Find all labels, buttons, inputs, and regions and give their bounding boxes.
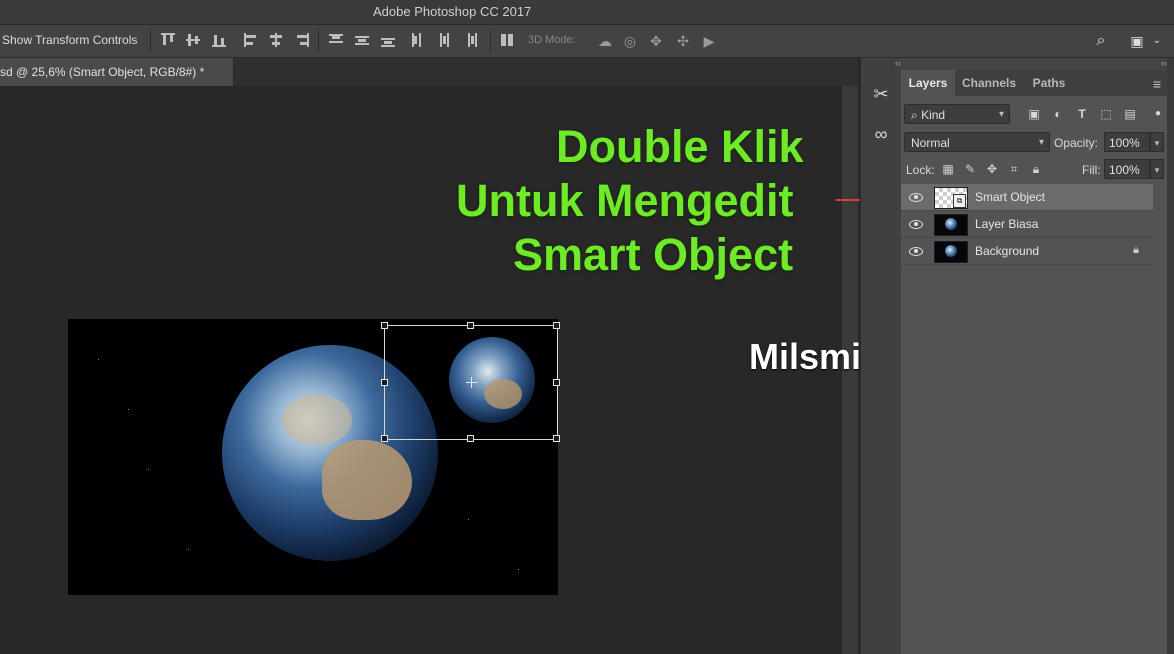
lock-artboard-icon[interactable]: ⌗ bbox=[1007, 162, 1021, 176]
options-bar: Show Transform Controls 3D Mode: ☁ ◎ ✥ ✣… bbox=[0, 25, 1174, 58]
distribute-horizontal-centers-icon[interactable] bbox=[436, 32, 452, 48]
layer-thumbnail: ⧉ bbox=[934, 187, 968, 209]
smart-object-badge-icon: ⧉ bbox=[953, 194, 966, 208]
lock-transparent-icon[interactable]: ▦ bbox=[941, 162, 955, 176]
layer-row-layer-biasa[interactable]: Layer Biasa bbox=[901, 211, 1153, 238]
window-title: Adobe Photoshop CC 2017 bbox=[373, 4, 532, 19]
layers-panel: ‹‹ Layers Channels Paths ≡ ⌕ Kind ▾ ▣ ◐ … bbox=[901, 58, 1167, 654]
distribute-vertical-centers-icon[interactable] bbox=[354, 32, 370, 48]
layer-thumbnail bbox=[934, 241, 968, 263]
fill-label: Fill: bbox=[1082, 163, 1101, 177]
transform-handle[interactable] bbox=[467, 435, 474, 442]
align-left-edges-icon[interactable] bbox=[243, 32, 259, 48]
transform-handle[interactable] bbox=[553, 435, 560, 442]
blend-mode-dropdown[interactable]: Normal ▾ bbox=[904, 132, 1050, 152]
opacity-input[interactable]: 100% bbox=[1104, 132, 1150, 152]
layer-row-background[interactable]: Background 🔒︎ bbox=[901, 238, 1153, 265]
tab-paths[interactable]: Paths bbox=[1023, 70, 1075, 96]
panel-icon-strip: ‹‹ ✂ ∞ bbox=[860, 58, 902, 654]
document-tab-bar: sd @ 25,6% (Smart Object, RGB/8#) * bbox=[0, 58, 858, 86]
auto-align-layers-icon[interactable] bbox=[499, 32, 515, 48]
align-bottom-edges-icon[interactable] bbox=[211, 32, 227, 48]
lock-all-icon[interactable]: 🔒︎ bbox=[1029, 162, 1043, 176]
tool-presets-icon[interactable]: ✂ bbox=[867, 80, 895, 108]
blend-mode-value: Normal bbox=[911, 136, 950, 150]
blend-row: Normal ▾ Opacity: 100% ▾ bbox=[901, 129, 1167, 155]
workspace-switcher-icon[interactable]: ▣ bbox=[1128, 32, 1146, 50]
panel-tabs: Layers Channels Paths ≡ bbox=[901, 70, 1167, 96]
align-top-edges-icon[interactable] bbox=[160, 32, 176, 48]
opacity-label: Opacity: bbox=[1054, 136, 1099, 150]
eye-icon[interactable] bbox=[909, 246, 923, 256]
search-icon: ⌕ bbox=[911, 108, 918, 122]
chevron-down-icon: ▾ bbox=[998, 109, 1004, 120]
lock-position-icon[interactable]: ✥ bbox=[985, 162, 999, 176]
tab-channels[interactable]: Channels bbox=[956, 70, 1022, 96]
options-separator bbox=[318, 31, 319, 51]
align-vertical-centers-icon[interactable] bbox=[185, 32, 201, 48]
layer-name[interactable]: Layer Biasa bbox=[975, 217, 1038, 231]
slide-3d-icon[interactable]: ✣ bbox=[674, 32, 692, 50]
transform-handle[interactable] bbox=[553, 322, 560, 329]
layer-thumbnail bbox=[934, 214, 968, 236]
show-transform-controls-label[interactable]: Show Transform Controls bbox=[2, 33, 137, 47]
distribute-top-edges-icon[interactable] bbox=[328, 32, 344, 48]
align-horizontal-centers-icon[interactable] bbox=[268, 32, 284, 48]
layer-name[interactable]: Smart Object bbox=[975, 190, 1045, 204]
title-bar: Adobe Photoshop CC 2017 bbox=[0, 0, 1174, 25]
shape-filter-icon[interactable]: ⬚ bbox=[1099, 107, 1113, 121]
transform-handle[interactable] bbox=[381, 322, 388, 329]
orbit-3d-icon[interactable]: ☁ bbox=[596, 32, 614, 50]
panel-collapse-chevron-icon[interactable]: ‹‹ bbox=[901, 58, 1167, 70]
filter-kind-value: Kind bbox=[921, 108, 946, 122]
type-filter-icon[interactable]: T bbox=[1075, 107, 1089, 121]
annotation-line-1: Double Klik bbox=[556, 121, 804, 172]
creative-cloud-libraries-icon[interactable]: ∞ bbox=[867, 120, 895, 148]
eye-icon[interactable] bbox=[909, 219, 923, 229]
document-tab-label: sd @ 25,6% (Smart Object, RGB/8#) * bbox=[0, 65, 205, 79]
roll-3d-icon[interactable]: ◎ bbox=[621, 32, 639, 50]
image-filter-icon[interactable]: ▣ bbox=[1027, 107, 1041, 121]
adjustment-filter-icon[interactable]: ◐ bbox=[1051, 107, 1065, 121]
annotation-line-3: Smart Object bbox=[513, 229, 794, 280]
document-tab[interactable]: sd @ 25,6% (Smart Object, RGB/8#) * bbox=[0, 58, 234, 86]
transform-center-crosshair[interactable] bbox=[466, 377, 477, 388]
lock-image-icon[interactable]: ✎ bbox=[963, 162, 977, 176]
lock-label: Lock: bbox=[906, 163, 935, 177]
3d-mode-label: 3D Mode: bbox=[528, 34, 576, 46]
collapse-chevron-icon[interactable]: ‹‹ bbox=[861, 58, 901, 68]
opacity-chevron-icon[interactable]: ▾ bbox=[1150, 132, 1164, 152]
layer-filter-row: ⌕ Kind ▾ ▣ ◐ T ⬚ ▤ ● bbox=[901, 101, 1167, 127]
eye-icon[interactable] bbox=[909, 192, 923, 202]
tab-layers[interactable]: Layers bbox=[901, 70, 955, 96]
transform-handle[interactable] bbox=[381, 435, 388, 442]
layer-name[interactable]: Background bbox=[975, 244, 1039, 258]
panel-scrollbar[interactable] bbox=[1167, 58, 1174, 654]
scale-3d-icon[interactable]: ▶ bbox=[700, 32, 718, 50]
options-separator bbox=[490, 31, 491, 51]
distribute-bottom-edges-icon[interactable] bbox=[380, 32, 396, 48]
search-icon[interactable]: ⌕ bbox=[1092, 32, 1110, 50]
lock-row: Lock: ▦ ✎ ✥ ⌗ 🔒︎ Fill: 100% ▾ bbox=[901, 156, 1167, 182]
layer-row-smart-object[interactable]: ⧉ Smart Object bbox=[901, 184, 1153, 211]
panel-menu-icon[interactable]: ≡ bbox=[1153, 76, 1161, 92]
fill-chevron-icon[interactable]: ▾ bbox=[1150, 159, 1164, 179]
distribute-left-edges-icon[interactable] bbox=[410, 32, 426, 48]
chevron-down-icon: ▾ bbox=[1038, 137, 1044, 148]
transform-handle[interactable] bbox=[381, 379, 388, 386]
transform-handle[interactable] bbox=[553, 379, 560, 386]
annotation-line-2: Untuk Mengedit bbox=[456, 175, 794, 226]
options-separator bbox=[150, 31, 151, 51]
filter-kind-dropdown[interactable]: ⌕ Kind ▾ bbox=[904, 104, 1010, 124]
transform-handle[interactable] bbox=[467, 322, 474, 329]
align-right-edges-icon[interactable] bbox=[294, 32, 310, 48]
chevron-down-icon[interactable]: ⌄ bbox=[1148, 32, 1166, 50]
smart-object-filter-icon[interactable]: ▤ bbox=[1123, 107, 1137, 121]
distribute-right-edges-icon[interactable] bbox=[462, 32, 478, 48]
filter-toggle-icon[interactable]: ● bbox=[1151, 107, 1165, 121]
lock-icon: 🔒︎ bbox=[1133, 244, 1139, 256]
fill-input[interactable]: 100% bbox=[1104, 159, 1150, 179]
drag-3d-icon[interactable]: ✥ bbox=[647, 32, 665, 50]
